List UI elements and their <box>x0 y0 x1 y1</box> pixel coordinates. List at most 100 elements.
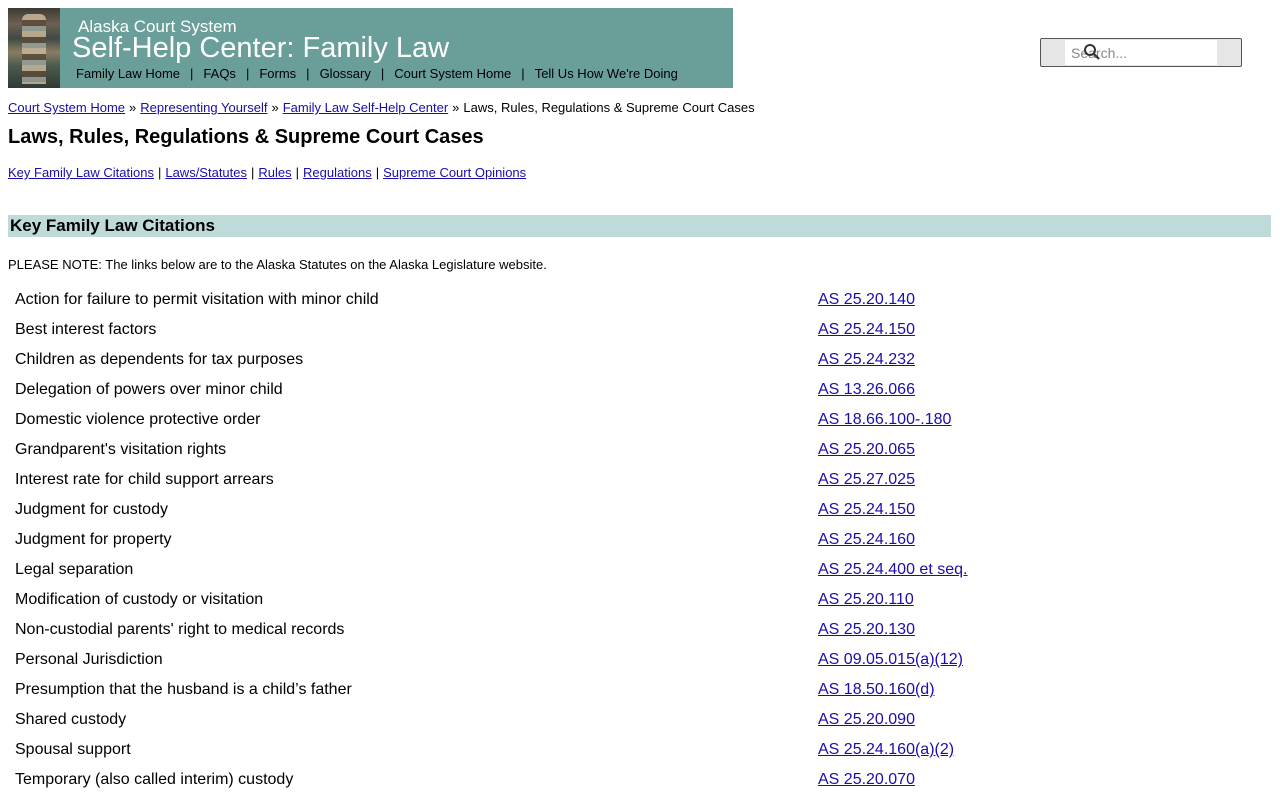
link-key-citations[interactable]: Key Family Law Citations <box>8 165 154 180</box>
citation-link[interactable]: AS 09.05.015(a)(12) <box>818 651 963 668</box>
nav-separator: | <box>190 66 194 81</box>
table-row: Delegation of powers over minor child AS … <box>8 375 1208 405</box>
breadcrumb-separator: » <box>452 100 460 115</box>
nav-family-law-home[interactable]: Family Law Home <box>76 66 180 81</box>
search-box <box>1040 38 1242 67</box>
table-row: Best interest factors AS 25.24.150 <box>8 315 1208 345</box>
citation-link[interactable]: AS 25.24.160 <box>818 531 915 548</box>
citation-cell: AS 25.27.025 <box>811 465 1208 495</box>
citation-link[interactable]: AS 25.20.090 <box>818 711 915 728</box>
citation-topic: Interest rate for child support arrears <box>15 471 274 488</box>
nav-court-system-home[interactable]: Court System Home <box>394 66 511 81</box>
table-row: Temporary (also called interim) custody A… <box>8 765 1208 795</box>
citation-link[interactable]: AS 13.26.066 <box>818 381 915 398</box>
citation-cell: AS 25.20.090 <box>811 705 1208 735</box>
citation-link[interactable]: AS 25.24.150 <box>818 501 915 518</box>
nav-faqs[interactable]: FAQs <box>203 66 236 81</box>
breadcrumb-current: Laws, Rules, Regulations & Supreme Court… <box>463 100 755 115</box>
section-header: Key Family Law Citations <box>8 215 1271 237</box>
breadcrumb-separator: » <box>271 100 279 115</box>
citation-topic: Domestic violence protective order <box>15 411 261 428</box>
citation-topic: Modification of custody or visitation <box>15 591 264 608</box>
citation-cell: AS 25.24.160(a)(2) <box>811 735 1208 765</box>
citation-cell: AS 25.20.065 <box>811 435 1208 465</box>
citation-cell: AS 25.24.232 <box>811 345 1208 375</box>
banner-text: Alaska Court System Self-Help Center: Fa… <box>60 8 733 88</box>
breadcrumb-representing-yourself[interactable]: Representing Yourself <box>140 100 267 115</box>
citation-cell: AS 25.24.150 <box>811 495 1208 525</box>
citation-cell: AS 13.26.066 <box>811 375 1208 405</box>
breadcrumb: Court System Home» Representing Yourself»… <box>8 100 755 115</box>
citation-link[interactable]: AS 25.24.232 <box>818 351 915 368</box>
citation-topic: Non-custodial parents' right to medical … <box>15 621 345 638</box>
citation-topic: Action for failure to permit visitation … <box>15 291 379 308</box>
citation-link[interactable]: AS 18.66.100-.180 <box>818 411 951 428</box>
nav-forms[interactable]: Forms <box>259 66 296 81</box>
table-row: Spousal support AS 25.24.160(a)(2) <box>8 735 1208 765</box>
table-row: Non-custodial parents' right to medical … <box>8 615 1208 645</box>
nav-separator: | <box>521 66 525 81</box>
citation-cell: AS 18.66.100-.180 <box>811 405 1208 435</box>
nav-feedback[interactable]: Tell Us How We're Doing <box>535 66 678 81</box>
link-separator: | <box>157 165 162 180</box>
citations-body: Action for failure to permit visitation … <box>8 285 1208 795</box>
link-regulations[interactable]: Regulations <box>303 165 372 180</box>
nav-separator: | <box>306 66 310 81</box>
table-row: Personal Jurisdiction AS 09.05.015(a)(12) <box>8 645 1208 675</box>
banner-nav: Family Law Home | FAQs | Forms | Glossary | Cour… <box>76 66 678 81</box>
citation-cell: AS 25.24.150 <box>811 315 1208 345</box>
link-supreme-court-opinions[interactable]: Supreme Court Opinions <box>383 165 526 180</box>
citation-topic: Personal Jurisdiction <box>15 651 163 668</box>
citation-link[interactable]: AS 18.50.160(d) <box>818 681 935 698</box>
citation-topic: Grandparent's visitation rights <box>15 441 227 458</box>
link-rules[interactable]: Rules <box>258 165 291 180</box>
page-title: Laws, Rules, Regulations & Supreme Court… <box>8 126 484 148</box>
citation-cell: AS 25.20.110 <box>811 585 1208 615</box>
citation-cell: AS 25.24.160 <box>811 525 1208 555</box>
citation-topic: Best interest factors <box>15 321 157 338</box>
table-row: Modification of custody or visitation AS … <box>8 585 1208 615</box>
link-separator: | <box>251 165 255 180</box>
link-laws-statutes[interactable]: Laws/Statutes <box>165 165 247 180</box>
table-row: Presumption that the husband is a child’… <box>8 675 1208 705</box>
breadcrumb-court-system-home[interactable]: Court System Home <box>8 100 125 115</box>
search-icon[interactable] <box>1083 43 1101 61</box>
nav-separator: | <box>245 66 250 81</box>
breadcrumb-separator: » <box>129 100 137 115</box>
citation-link[interactable]: AS 25.27.025 <box>818 471 915 488</box>
section-heading: Key Family Law Citations <box>10 216 215 235</box>
citation-topic: Spousal support <box>15 741 131 758</box>
citation-link[interactable]: AS 25.20.065 <box>818 441 915 458</box>
breadcrumb-family-law-center[interactable]: Family Law Self-Help Center <box>283 100 448 115</box>
table-row: Interest rate for child support arrears A… <box>8 465 1208 495</box>
nav-glossary[interactable]: Glossary <box>320 66 371 81</box>
table-row: Judgment for custody AS 25.24.150 <box>8 495 1208 525</box>
citation-link[interactable]: AS 25.24.160(a)(2) <box>818 741 954 758</box>
link-separator: | <box>375 165 380 180</box>
citation-link[interactable]: AS 25.24.150 <box>818 321 915 338</box>
table-row: Grandparent's visitation rights AS 25.20.… <box>8 435 1208 465</box>
table-row: Legal separation AS 25.24.400 et seq. <box>8 555 1208 585</box>
citation-link[interactable]: AS 25.20.140 <box>818 291 915 308</box>
citation-cell: AS 25.20.070 <box>811 765 1208 795</box>
citation-link[interactable]: AS 25.24.400 et seq. <box>818 561 967 578</box>
citation-topic: Children as dependents for tax purposes <box>15 351 304 368</box>
nav-separator: | <box>380 66 385 81</box>
citation-link[interactable]: AS 25.20.070 <box>818 771 915 788</box>
banner-title: Self-Help Center: Family Law <box>72 32 450 64</box>
citation-topic: Delegation of powers over minor child <box>15 381 283 398</box>
citations-table: Action for failure to permit visitation … <box>8 285 1208 795</box>
table-row: Shared custody AS 25.20.090 <box>8 705 1208 735</box>
citation-topic: Judgment for property <box>15 531 172 548</box>
citation-topic: Temporary (also called interim) custody <box>15 771 294 788</box>
citation-cell: AS 25.20.140 <box>811 285 1208 315</box>
table-row: Judgment for property AS 25.24.160 <box>8 525 1208 555</box>
table-row: Children as dependents for tax purposes A… <box>8 345 1208 375</box>
site-banner: Alaska Court System Self-Help Center: Fa… <box>8 8 733 88</box>
section-links: Key Family Law Citations | Laws/Statutes | R… <box>8 165 526 180</box>
citation-cell: AS 18.50.160(d) <box>811 675 1208 705</box>
statutes-note: PLEASE NOTE: The links below are to the … <box>8 257 547 272</box>
citation-topic: Shared custody <box>15 711 127 728</box>
citation-link[interactable]: AS 25.20.130 <box>818 621 915 638</box>
citation-link[interactable]: AS 25.20.110 <box>818 591 914 608</box>
